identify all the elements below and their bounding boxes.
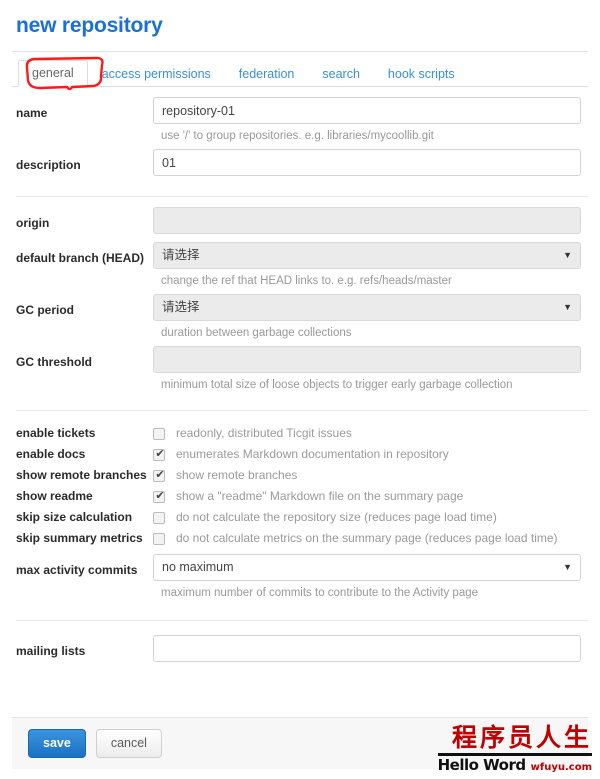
tab-hook-scripts-label: hook scripts xyxy=(387,67,455,81)
label-spacer-default-branch xyxy=(16,269,153,278)
watermark-chinese: 程序员人生 xyxy=(437,724,592,756)
field-row-default-branch: default branch (HEAD) 请选择 ▼ xyxy=(16,242,588,269)
label-mailing-lists: mailing lists xyxy=(16,644,86,658)
divider-3 xyxy=(16,620,588,621)
gc-period-select[interactable]: 请选择 ▼ xyxy=(153,294,581,321)
name-input[interactable] xyxy=(153,97,581,124)
field-row-gc-period: GC period 请选择 ▼ xyxy=(16,294,588,321)
desc-skip-summary-metrics: do not calculate metrics on the summary … xyxy=(176,531,558,545)
hint-default-branch: change the ref that HEAD links to. e.g. … xyxy=(161,275,452,287)
label-spacer-name xyxy=(16,124,153,133)
title-divider xyxy=(12,51,588,52)
desc-show-readme: show a "readme" Markdown file on the sum… xyxy=(176,489,464,503)
default-branch-select[interactable]: 请选择 ▼ xyxy=(153,242,581,269)
chevron-down-icon: ▼ xyxy=(563,250,572,260)
checkbox-row-enable-docs: enable docs enumerates Markdown document… xyxy=(16,444,588,465)
checkbox-row-skip-summary-metrics: skip summary metrics do not calculate me… xyxy=(16,528,588,549)
checkbox-row-show-remote-branches: show remote branches show remote branche… xyxy=(16,465,588,486)
label-show-remote-branches: show remote branches xyxy=(16,468,147,482)
max-activity-commits-value: no maximum xyxy=(162,560,234,574)
gc-threshold-input[interactable] xyxy=(153,346,581,373)
spacer-before-divider-3 xyxy=(16,606,588,616)
label-enable-tickets: enable tickets xyxy=(16,426,96,440)
hint-row-default-branch: change the ref that HEAD links to. e.g. … xyxy=(16,269,588,294)
label-spacer-gc-threshold xyxy=(16,373,153,382)
field-row-max-activity-commits: max activity commits no maximum ▼ xyxy=(16,554,588,581)
divider-1 xyxy=(16,196,588,197)
skip-size-calculation-checkbox[interactable] xyxy=(153,511,165,524)
enable-docs-checkbox[interactable] xyxy=(153,447,166,461)
spacer-after-divider-3 xyxy=(16,625,588,635)
checkbox-row-skip-size-calculation: skip size calculation do not calculate t… xyxy=(16,507,588,528)
checkbox-row-show-readme: show readme show a "readme" Markdown fil… xyxy=(16,486,588,507)
chevron-down-icon: ▼ xyxy=(563,302,572,312)
gc-period-value: 请选择 xyxy=(162,300,200,314)
cancel-button[interactable]: cancel xyxy=(95,729,162,758)
checkbox-row-enable-tickets: enable tickets readonly, distributed Tic… xyxy=(16,423,588,444)
save-button[interactable]: save xyxy=(28,729,86,758)
label-max-activity-commits: max activity commits xyxy=(16,563,138,577)
tab-federation-label: federation xyxy=(238,67,295,81)
hint-max-activity-commits: maximum number of commits to contribute … xyxy=(161,587,479,599)
label-name: name xyxy=(16,106,48,120)
tab-access-permissions-label: access permissions xyxy=(101,67,211,81)
hint-row-gc-threshold: minimum total size of loose objects to t… xyxy=(16,373,588,398)
desc-enable-docs: enumerates Markdown documentation in rep… xyxy=(176,447,449,461)
spacer-before-divider-2 xyxy=(16,398,588,406)
label-spacer-max-activity xyxy=(16,581,153,590)
field-row-description: description xyxy=(16,149,588,176)
label-skip-summary-metrics: skip summary metrics xyxy=(16,531,143,545)
mailing-lists-input[interactable] xyxy=(153,635,581,662)
label-default-branch: default branch (HEAD) xyxy=(16,251,145,265)
new-repository-page: new repository general access permission… xyxy=(0,13,600,779)
label-skip-size-calculation: skip size calculation xyxy=(16,510,133,524)
spacer-after-description xyxy=(16,176,588,192)
watermark-url: wfuyu.com xyxy=(530,762,592,773)
spacer-after-divider-2 xyxy=(16,415,588,423)
max-activity-commits-select[interactable]: no maximum ▼ xyxy=(153,554,581,581)
label-gc-threshold: GC threshold xyxy=(16,355,93,369)
page-title: new repository xyxy=(16,14,163,37)
show-readme-checkbox[interactable] xyxy=(153,489,166,503)
default-branch-value: 请选择 xyxy=(162,248,200,262)
field-row-origin: origin xyxy=(16,207,588,234)
hint-name: use '/' to group repositories. e.g. libr… xyxy=(161,130,434,142)
skip-summary-metrics-checkbox[interactable] xyxy=(153,532,165,545)
origin-input[interactable] xyxy=(153,207,581,234)
label-enable-docs: enable docs xyxy=(16,447,86,461)
tab-search-label: search xyxy=(322,67,360,81)
spacer-after-origin xyxy=(16,234,588,242)
hint-gc-period: duration between garbage collections xyxy=(161,327,352,339)
divider-2 xyxy=(16,410,588,411)
chevron-down-icon: ▼ xyxy=(563,562,572,572)
description-input[interactable] xyxy=(153,149,581,176)
enable-tickets-checkbox[interactable] xyxy=(153,427,165,440)
hint-gc-threshold: minimum total size of loose objects to t… xyxy=(161,379,513,391)
label-origin: origin xyxy=(16,216,50,230)
repository-settings-form: name use '/' to group repositories. e.g.… xyxy=(12,97,588,662)
desc-show-remote-branches: show remote branches xyxy=(176,468,298,482)
field-row-gc-threshold: GC threshold xyxy=(16,346,588,373)
field-row-name: name xyxy=(16,97,588,124)
tab-search[interactable]: search xyxy=(308,61,374,87)
tab-hook-scripts[interactable]: hook scripts xyxy=(374,61,469,87)
tab-federation[interactable]: federation xyxy=(225,61,309,87)
desc-enable-tickets: readonly, distributed Ticgit issues xyxy=(176,426,352,440)
tab-bar: general access permissions federation se… xyxy=(12,56,588,91)
label-spacer-gc-period xyxy=(16,321,153,330)
tab-general-label: general xyxy=(32,66,74,80)
label-description: description xyxy=(16,158,81,172)
show-remote-branches-checkbox[interactable] xyxy=(153,468,166,482)
tab-access-permissions[interactable]: access permissions xyxy=(88,61,225,87)
desc-skip-size-calculation: do not calculate the repository size (re… xyxy=(176,510,497,524)
tab-general[interactable]: general xyxy=(18,60,88,87)
label-show-readme: show readme xyxy=(16,489,93,503)
hint-row-max-activity-commits: maximum number of commits to contribute … xyxy=(16,581,588,606)
field-row-mailing-lists: mailing lists xyxy=(16,635,588,662)
hint-row-name: use '/' to group repositories. e.g. libr… xyxy=(16,124,588,149)
hint-row-gc-period: duration between garbage collections xyxy=(16,321,588,346)
label-gc-period: GC period xyxy=(16,303,75,317)
